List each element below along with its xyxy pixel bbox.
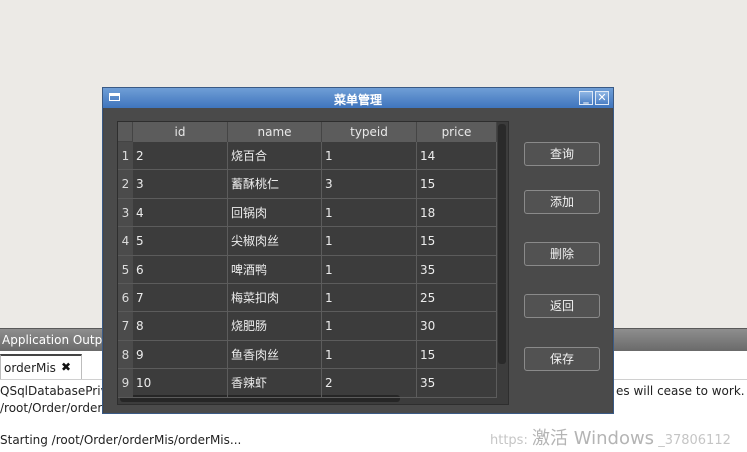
output-line: /root/Order/order bbox=[0, 401, 103, 415]
vertical-scroll-thumb[interactable] bbox=[498, 124, 506, 364]
table-cell-price[interactable]: 35 bbox=[417, 255, 497, 284]
row-header[interactable]: 1 bbox=[118, 142, 133, 171]
back-button[interactable]: 返回 bbox=[524, 294, 600, 318]
table-cell-name[interactable]: 烧肥肠 bbox=[228, 312, 322, 341]
table-cell-typeid[interactable]: 1 bbox=[322, 312, 417, 341]
table-cell-name[interactable]: 回锅肉 bbox=[228, 198, 322, 228]
table-cell-typeid[interactable]: 1 bbox=[322, 284, 417, 313]
watermark-main: 激活 Windows bbox=[531, 428, 655, 449]
query-button[interactable]: 查询 bbox=[524, 142, 600, 166]
table-cell-price[interactable]: 15 bbox=[417, 170, 497, 199]
table-cell-typeid[interactable]: 1 bbox=[322, 198, 417, 228]
activation-watermark: https: 激活 Windows _37806112 bbox=[490, 424, 731, 450]
close-tab-icon[interactable]: ✖ bbox=[61, 360, 71, 374]
menu-management-dialog: 菜单管理 _ ✕ id name typeid price 1 2 烧百合 1 14 2 3 蓄酥桃仁… bbox=[102, 87, 614, 414]
table-cell-typeid[interactable]: 1 bbox=[322, 340, 417, 370]
vertical-scrollbar[interactable] bbox=[496, 122, 508, 392]
column-header-name[interactable]: name bbox=[228, 122, 322, 142]
add-button[interactable]: 添加 bbox=[524, 190, 600, 214]
table-cell-price[interactable]: 35 bbox=[417, 369, 497, 398]
table-cell-name[interactable]: 香辣虾 bbox=[228, 369, 322, 398]
minimize-button[interactable]: _ bbox=[579, 91, 593, 105]
table-cell-id[interactable]: 6 bbox=[133, 255, 228, 284]
output-line: Starting /root/Order/orderMis/orderMis..… bbox=[0, 433, 242, 447]
dialog-body: id name typeid price 1 2 烧百合 1 14 2 3 蓄酥桃仁 3 15 3 4 回锅肉 1… bbox=[104, 108, 612, 413]
table-corner-button[interactable] bbox=[118, 122, 133, 142]
column-header-price[interactable]: price bbox=[417, 122, 497, 142]
row-header[interactable]: 6 bbox=[118, 284, 133, 313]
table-cell-name[interactable]: 蓄酥桃仁 bbox=[228, 170, 322, 199]
row-header[interactable]: 4 bbox=[118, 227, 133, 256]
table-cell-price[interactable]: 25 bbox=[417, 284, 497, 313]
row-header[interactable]: 9 bbox=[118, 369, 133, 398]
delete-button[interactable]: 删除 bbox=[524, 242, 600, 266]
table-cell-name[interactable]: 鱼香肉丝 bbox=[228, 340, 322, 370]
save-button[interactable]: 保存 bbox=[524, 347, 600, 371]
table-cell-typeid[interactable]: 2 bbox=[322, 369, 417, 398]
table-cell-id[interactable]: 9 bbox=[133, 340, 228, 370]
table-cell-typeid[interactable]: 1 bbox=[322, 142, 417, 171]
tab-label: orderMis bbox=[4, 361, 56, 375]
table-cell-price[interactable]: 15 bbox=[417, 227, 497, 256]
row-header[interactable]: 2 bbox=[118, 170, 133, 199]
row-header[interactable]: 5 bbox=[118, 255, 133, 284]
table-cell-name[interactable]: 尖椒肉丝 bbox=[228, 227, 322, 256]
output-line-right: es will cease to work. bbox=[616, 384, 745, 398]
table-cell-typeid[interactable]: 3 bbox=[322, 170, 417, 199]
table-cell-name[interactable]: 烧百合 bbox=[228, 142, 322, 171]
table-cell-price[interactable]: 30 bbox=[417, 312, 497, 341]
table-cell-name[interactable]: 梅菜扣肉 bbox=[228, 284, 322, 313]
watermark-prefix: https: bbox=[490, 433, 528, 448]
output-line: QSqlDatabasePriv bbox=[0, 384, 108, 398]
table-cell-id[interactable]: 10 bbox=[133, 369, 228, 398]
table-cell-id[interactable]: 7 bbox=[133, 284, 228, 313]
table-cell-price[interactable]: 18 bbox=[417, 198, 497, 228]
table-cell-typeid[interactable]: 1 bbox=[322, 255, 417, 284]
table-cell-id[interactable]: 2 bbox=[133, 142, 228, 171]
table-cell-id[interactable]: 4 bbox=[133, 198, 228, 228]
table-cell-id[interactable]: 3 bbox=[133, 170, 228, 199]
table-cell-price[interactable]: 14 bbox=[417, 142, 497, 171]
menu-table[interactable]: id name typeid price 1 2 烧百合 1 14 2 3 蓄酥桃仁 3 15 3 4 回锅肉 1… bbox=[117, 121, 509, 405]
row-header[interactable]: 8 bbox=[118, 340, 133, 370]
dialog-title: 菜单管理 bbox=[333, 93, 382, 107]
table-cell-id[interactable]: 8 bbox=[133, 312, 228, 341]
table-cell-typeid[interactable]: 1 bbox=[322, 227, 417, 256]
column-header-id[interactable]: id bbox=[133, 122, 228, 142]
close-button[interactable]: ✕ bbox=[595, 91, 609, 105]
tab-ordermis[interactable]: orderMis ✖ bbox=[0, 354, 82, 379]
table-cell-name[interactable]: 啤酒鸭 bbox=[228, 255, 322, 284]
table-cell-id[interactable]: 5 bbox=[133, 227, 228, 256]
row-header[interactable]: 7 bbox=[118, 312, 133, 341]
column-header-typeid[interactable]: typeid bbox=[322, 122, 417, 142]
table-cell-price[interactable]: 15 bbox=[417, 340, 497, 370]
watermark-suffix: _37806112 bbox=[658, 433, 731, 448]
dialog-titlebar[interactable]: 菜单管理 _ ✕ bbox=[103, 88, 613, 108]
panel-title: Application Outpu bbox=[2, 333, 110, 347]
row-header[interactable]: 3 bbox=[118, 198, 133, 228]
